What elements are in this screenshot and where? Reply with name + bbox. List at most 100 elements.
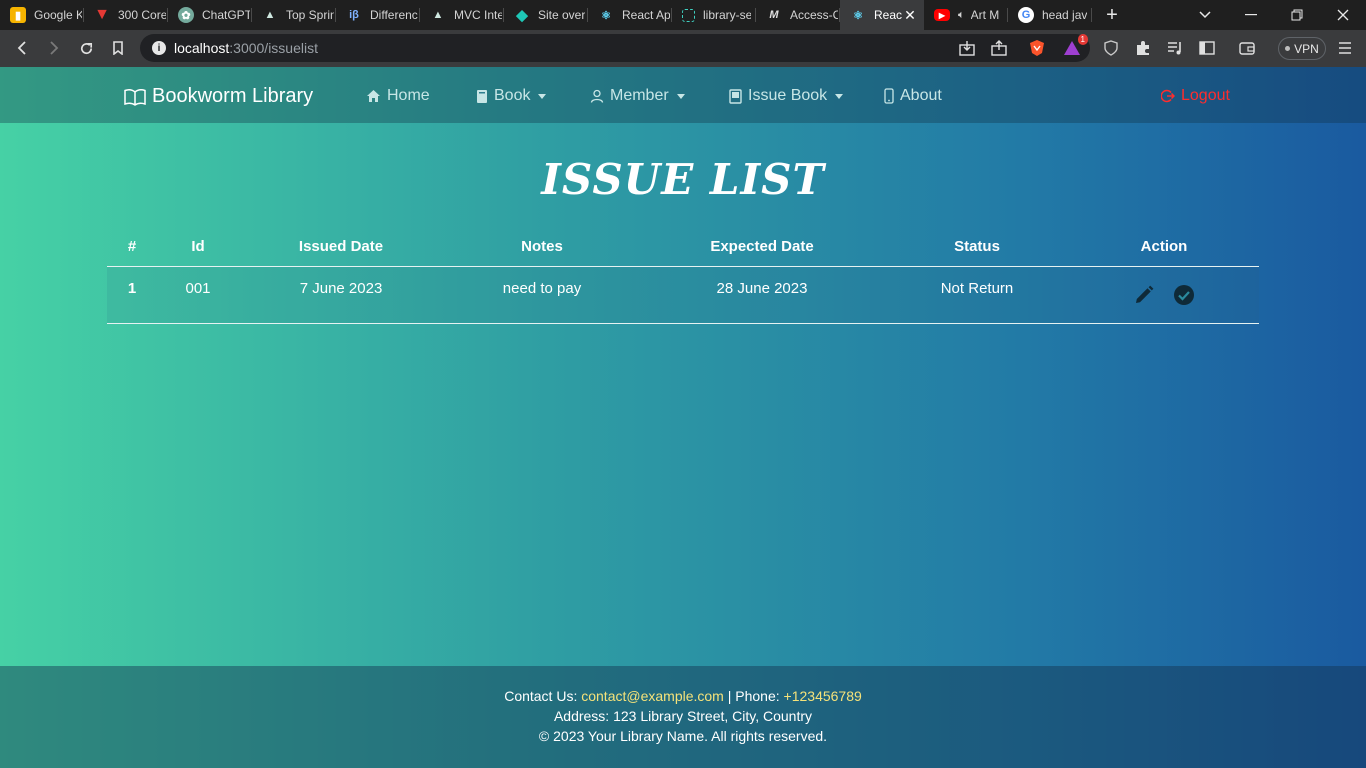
chevron-down-icon [538,93,547,99]
footer: Contact Us: contact@example.com | Phone:… [0,666,1366,768]
column-header-index: # [127,238,137,255]
navbar: Bookworm Library Home Book Member Issue … [0,67,1366,123]
nav-book[interactable]: Book [476,87,547,105]
tab-title: 300 Core [118,8,166,22]
brave-shields-icon[interactable] [1022,32,1052,64]
tab-library-se[interactable]: library-se [672,0,756,30]
tab-title: Access-C [790,8,838,22]
tab-chatgpt[interactable]: ✿ ChatGPT [168,0,252,30]
extension-shield-icon[interactable] [1096,32,1126,64]
forward-button[interactable] [38,32,70,64]
menu-icon[interactable] [1330,32,1360,64]
column-header-id: Id [191,238,205,255]
media-queue-icon[interactable] [1160,32,1190,64]
wallet-icon[interactable] [1232,32,1262,64]
close-tab-icon[interactable]: ✕ [902,7,918,23]
cell-index: 1 [127,280,137,297]
logout-label: Logout [1181,87,1230,104]
footer-address: Address: 123 Library Street, City, Count… [553,708,813,724]
tab-react-active[interactable]: ⚛ React ✕ [840,0,924,30]
nav-member-label: Member [610,87,669,104]
restore-button[interactable] [1274,0,1320,30]
url-path: :3000/issuelist [229,40,318,56]
bookmark-icon[interactable] [102,32,134,64]
react-icon: ⚛ [601,9,611,22]
tab-site-overview[interactable]: ◆ Site over [504,0,588,30]
mountain-icon: ▲ [432,9,444,21]
browser-tab-bar: ▮ Google K ▼ 300 Core ✿ ChatGPT ▲ Top Sp… [0,0,1366,30]
react-icon: ⚛ [853,9,863,22]
tab-difference[interactable]: iβ Differenc [336,0,420,30]
tab-art-m[interactable]: ▶ 🔈︎ Art M [924,0,1008,30]
column-header-notes: Notes [521,238,563,255]
nav-member[interactable]: Member [590,87,685,105]
tab-title: React Ap [622,8,670,22]
reload-button[interactable] [70,32,102,64]
tab-google-keep[interactable]: ▮ Google K [0,0,84,30]
nav-about[interactable]: About [884,87,942,105]
nav-about-label: About [900,87,942,104]
sidebar-icon[interactable] [1192,32,1222,64]
column-header-status: Status [954,238,1000,255]
tab-title: library-se [703,8,751,22]
install-app-icon[interactable] [952,32,982,64]
back-button[interactable] [6,32,38,64]
brand-link[interactable]: Bookworm Library [124,85,313,108]
youtube-icon: ▶ [934,9,950,21]
edit-pencil-icon[interactable] [1133,284,1155,306]
url-host: localhost [174,40,230,56]
tab-title: Art M [970,8,1000,22]
person-icon [590,89,604,103]
contact-phone-link[interactable]: +123456789 [784,688,862,704]
site-info-icon[interactable]: i [152,41,166,55]
logout-button[interactable]: Logout [1161,87,1230,105]
tab-head-java[interactable]: G head jav [1008,0,1092,30]
book-icon [477,89,487,103]
address-bar[interactable]: i localhost:3000/issuelist [140,34,1090,62]
tab-mvc-interview[interactable]: ▲ MVC Inte [420,0,504,30]
v-logo-icon: ▼ [94,6,110,23]
minimize-button[interactable] [1228,0,1274,30]
footer-contact-line: Contact Us: contact@example.com | Phone:… [0,688,1366,704]
mark-returned-check-icon[interactable] [1173,284,1195,306]
cell-notes: need to pay [502,280,582,297]
issue-table: # Id Issued Date Notes Expected Date Sta… [107,232,1259,324]
tab-title: Differenc [370,8,418,22]
share-icon[interactable] [984,32,1014,64]
tab-search-chevron-icon[interactable] [1182,0,1228,30]
nav-home-label: Home [387,87,430,104]
phone-icon [884,88,894,104]
tab-title: Site over [538,8,586,22]
nav-home[interactable]: Home [366,87,430,105]
browser-toolbar: i localhost:3000/issuelist 1 VPN [0,30,1366,67]
tab-access-c[interactable]: M Access-C [756,0,840,30]
mountain-icon: ▲ [264,9,276,21]
cell-issued-date: 7 June 2023 [299,280,383,297]
tab-title: head jav [1042,8,1088,22]
vpn-button[interactable]: VPN [1278,37,1326,60]
tab-react-app[interactable]: ⚛ React Ap [588,0,672,30]
diamond-icon: ◆ [516,7,528,24]
contact-email-link[interactable]: contact@example.com [581,688,724,704]
page-content: Bookworm Library Home Book Member Issue … [0,67,1366,768]
brave-rewards-icon[interactable]: 1 [1058,32,1088,64]
column-header-expected-date: Expected Date [710,238,814,255]
nav-issue-book[interactable]: Issue Book [729,87,844,105]
close-window-button[interactable] [1320,0,1366,30]
footer-copyright: © 2023 Your Library Name. All rights res… [538,728,828,744]
tab-title: Google K [34,8,82,22]
cell-id: 001 [185,280,211,297]
vpn-label: VPN [1294,41,1319,56]
contact-label: Contact Us: [504,688,578,704]
tab-top-spring[interactable]: ▲ Top Sprin [252,0,336,30]
chevron-down-icon [835,93,844,99]
keep-icon: ▮ [10,7,26,23]
m-logo-icon: M [769,9,779,21]
brand-name: Bookworm Library [152,85,314,107]
new-tab-button[interactable]: + [1092,0,1132,30]
speaker-icon[interactable]: 🔈︎ [958,9,965,22]
nav-book-label: Book [494,87,531,104]
tab-300-core[interactable]: ▼ 300 Core [84,0,168,30]
tab-title: Top Sprin [286,8,334,22]
extensions-puzzle-icon[interactable] [1128,32,1158,64]
